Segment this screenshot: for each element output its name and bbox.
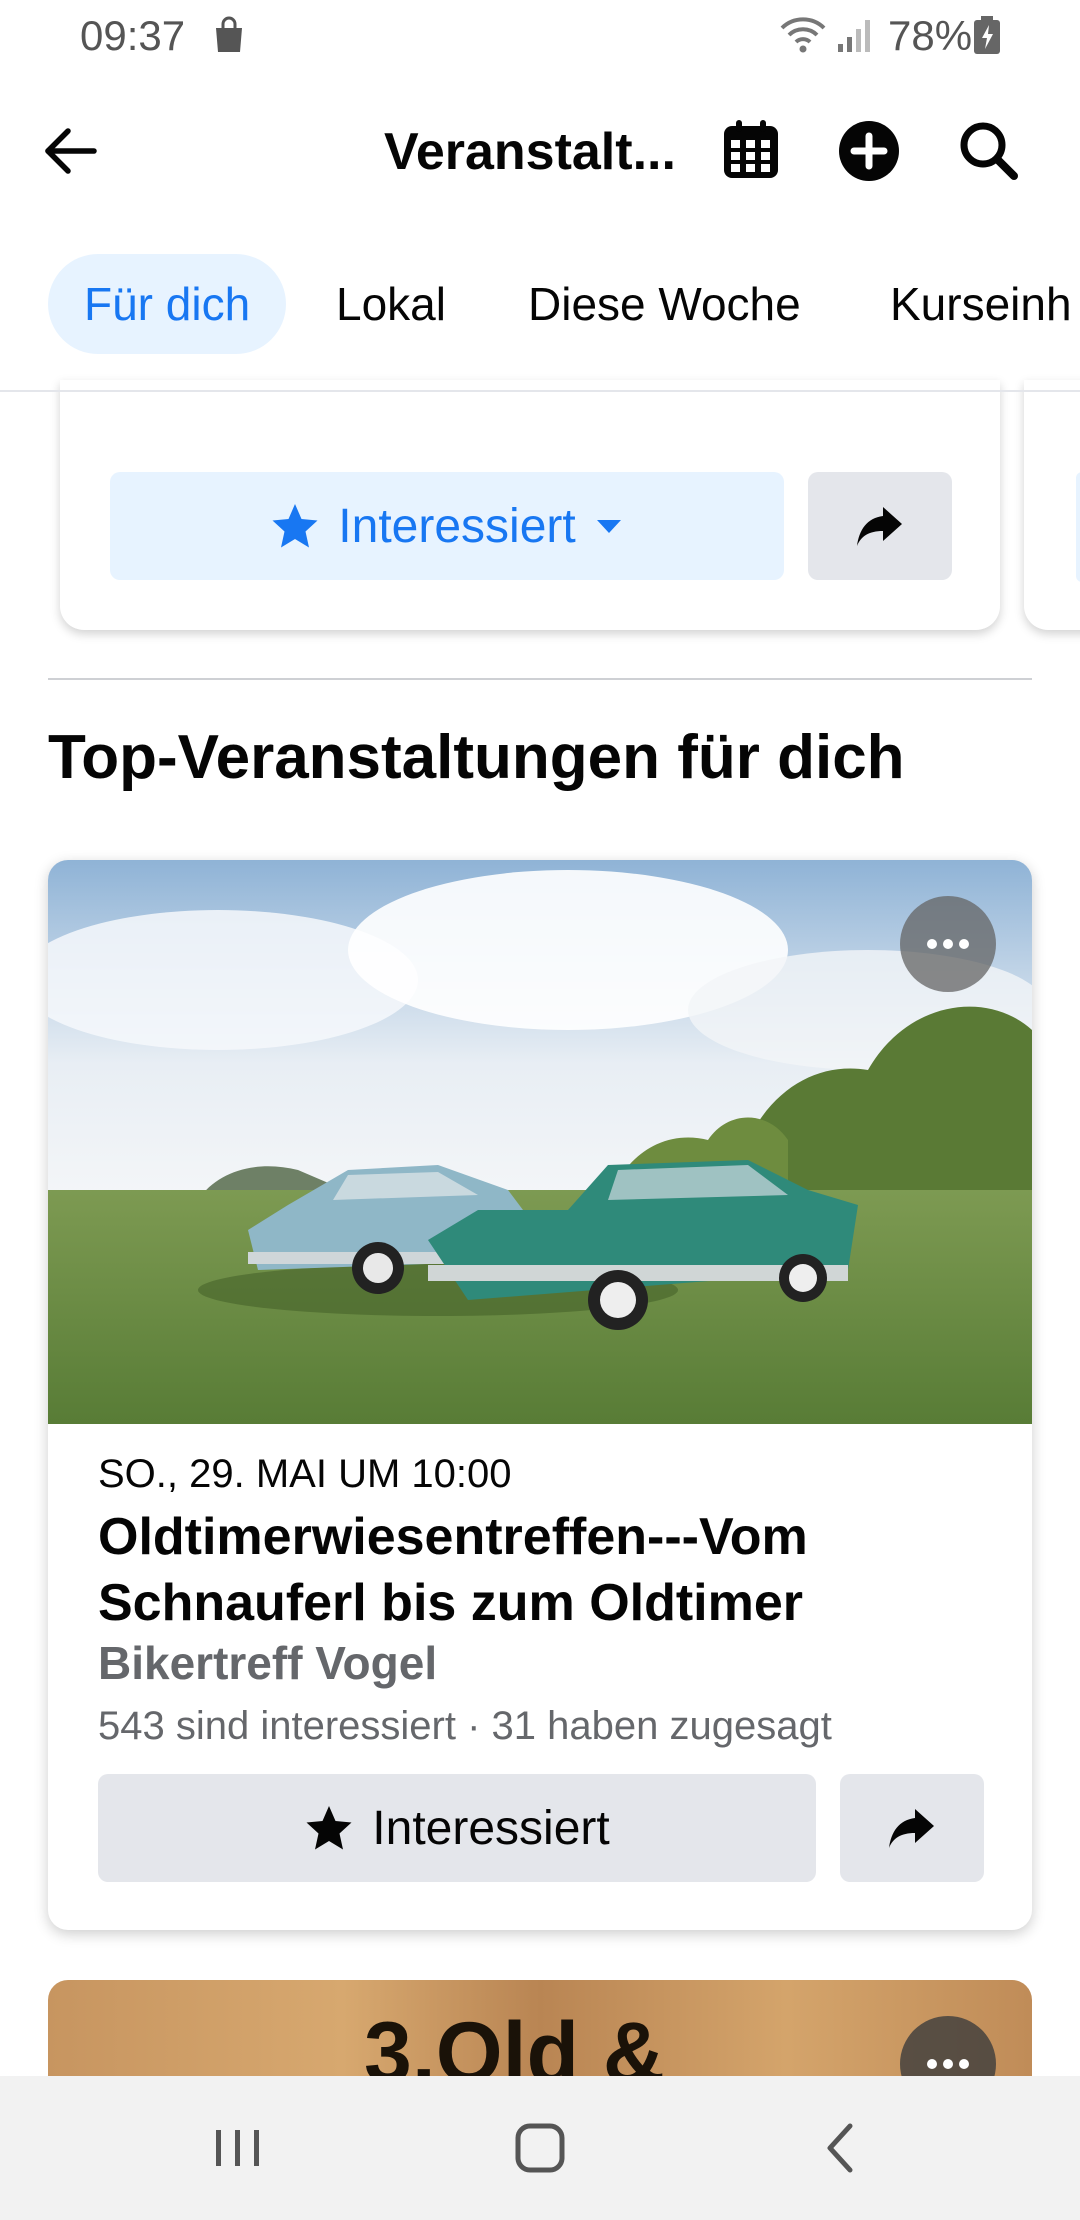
status-time: 09:37 xyxy=(80,12,186,59)
next-event-card[interactable]: 3.Old & xyxy=(48,1980,1032,2080)
section-title: Top-Veranstaltungen für dich xyxy=(48,723,905,792)
tab-diese-woche[interactable]: Diese Woche xyxy=(492,254,837,354)
share-arrow-icon xyxy=(889,1809,934,1848)
back-arrow-icon[interactable] xyxy=(40,120,102,182)
search-icon[interactable] xyxy=(954,116,1024,186)
more-dots-icon xyxy=(927,2059,969,2069)
shopping-bag-icon xyxy=(216,16,242,52)
event-title[interactable]: Oldtimerwiesentreffen---Vom Schnauferl b… xyxy=(98,1504,978,1636)
share-arrow-icon xyxy=(857,507,902,546)
tab-fuer-dich[interactable]: Für dich xyxy=(48,254,287,354)
event-stats: 543 sind interessiert · 31 haben zugesag… xyxy=(98,1704,832,1748)
system-navigation-bar xyxy=(0,2076,1080,2220)
recents-icon[interactable] xyxy=(202,2112,274,2184)
tab-kurseinheiten[interactable]: Kurseinh xyxy=(854,254,1080,354)
previous-event-card: Interessiert xyxy=(60,380,1000,630)
event-location[interactable]: Bikertreff Vogel xyxy=(98,1636,437,1690)
interested-label: Interessiert xyxy=(372,1801,610,1855)
share-button[interactable] xyxy=(840,1774,984,1882)
star-icon xyxy=(306,1806,352,1850)
tabs-divider xyxy=(0,390,1080,392)
next-event-image-text: 3.Old & xyxy=(364,2005,666,2080)
back-icon[interactable] xyxy=(806,2112,878,2184)
interested-button[interactable]: Interessiert xyxy=(98,1774,816,1882)
event-card[interactable]: SO., 29. MAI UM 10:00 Oldtimerwiesentref… xyxy=(48,860,1032,1930)
home-icon[interactable] xyxy=(504,2112,576,2184)
page-title: Veranstalt... xyxy=(384,123,676,181)
filter-tabs: Für dich Lokal Diese Woche Kurseinh xyxy=(0,250,1080,360)
more-options-button[interactable] xyxy=(900,2016,996,2080)
adjacent-card-button xyxy=(1076,472,1080,582)
event-date: SO., 29. MAI UM 10:00 xyxy=(98,1452,512,1496)
battery-percent: 78% xyxy=(888,12,973,59)
interested-label: Interessiert xyxy=(338,499,576,553)
status-bar: 09:37 78% xyxy=(0,0,1080,72)
caret-down-icon xyxy=(596,520,621,533)
tab-lokal[interactable]: Lokal xyxy=(300,254,482,354)
wifi-icon xyxy=(780,17,826,53)
more-dots-icon xyxy=(927,939,969,949)
plus-circle-icon[interactable] xyxy=(834,116,904,186)
section-divider xyxy=(48,678,1032,680)
share-button[interactable] xyxy=(808,472,952,580)
interested-button[interactable]: Interessiert xyxy=(110,472,784,580)
more-options-button[interactable] xyxy=(900,896,996,992)
signal-icon xyxy=(838,20,870,52)
app-header: Veranstalt... xyxy=(0,80,1080,220)
adjacent-event-card xyxy=(1024,380,1080,630)
event-photo xyxy=(48,860,1032,1424)
events-page: 09:37 78% Veranstalt... Für dich Lokal D… xyxy=(0,0,1080,2220)
star-icon xyxy=(272,504,318,548)
calendar-icon[interactable] xyxy=(716,116,786,186)
battery-icon xyxy=(974,16,1000,54)
